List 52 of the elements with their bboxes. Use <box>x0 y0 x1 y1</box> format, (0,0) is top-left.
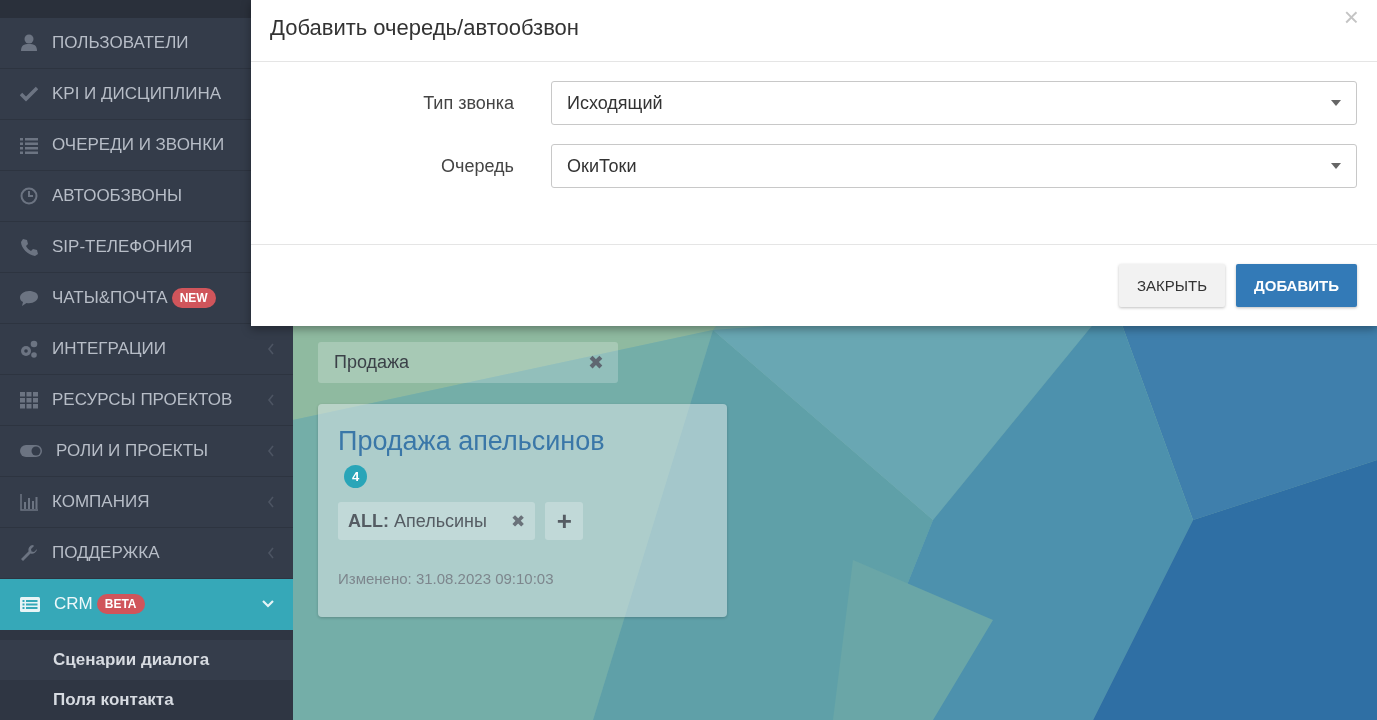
chevron-left-icon <box>267 546 275 560</box>
sidebar-item-label: ИНТЕГРАЦИИ <box>52 339 166 359</box>
sidebar-item[interactable]: РЕСУРСЫ ПРОЕКТОВ <box>0 375 293 426</box>
field-label: Очередь <box>440 155 514 177</box>
chevron-left-icon <box>267 342 275 356</box>
caret-icon <box>1331 163 1341 169</box>
add-button[interactable]: ДОБАВИТЬ <box>1236 264 1357 307</box>
chevron-down-icon <box>261 599 275 609</box>
wrench-icon <box>20 544 38 562</box>
grid-icon <box>20 391 38 409</box>
modified-date: Изменено: 31.08.2023 09:10:03 <box>338 570 554 587</box>
sidebar-item-label: РЕСУРСЫ ПРОЕКТОВ <box>52 390 233 410</box>
sidebar-item-label: SIP-ТЕЛЕФОНИЯ <box>52 237 193 257</box>
chat-bubble-icon <box>20 289 38 307</box>
sidebar-item[interactable]: РОЛИ И ПРОЕКТЫ <box>0 426 293 477</box>
phone-icon <box>20 238 38 256</box>
sidebar-badge: BETA <box>96 594 145 614</box>
select-field[interactable]: ОкиТоки <box>551 144 1357 188</box>
gears-icon <box>20 340 38 358</box>
caret-icon <box>1331 100 1341 106</box>
chevron-left-icon <box>267 495 275 509</box>
card-list-icon <box>20 595 40 613</box>
close-button[interactable]: ЗАКРЫТЬ <box>1118 264 1226 307</box>
chevron-left-icon <box>267 393 275 407</box>
sidebar-item[interactable]: КОМПАНИЯ <box>0 477 293 528</box>
sidebar-item-label: ПОЛЬЗОВАТЕЛИ <box>52 33 189 53</box>
remove-button[interactable]: ✖ <box>510 510 526 532</box>
sidebar-item-label: РОЛИ И ПРОЕКТЫ <box>56 441 209 461</box>
queue-tag-label: ALL: Апельсины <box>348 510 487 532</box>
sidebar-item[interactable]: CRM BETA <box>0 579 293 630</box>
sidebar-item-label: ОЧЕРЕДИ И ЗВОНКИ <box>52 135 225 155</box>
sidebar-item-label: АВТООБЗВОНЫ <box>52 186 183 206</box>
check-icon <box>20 85 38 103</box>
submenu-item[interactable]: Сценарии диалога <box>0 640 293 680</box>
list-icon <box>20 136 38 154</box>
sidebar-item-label: ЧАТЫ&ПОЧТА <box>52 288 168 308</box>
user-icon <box>20 34 38 52</box>
sidebar-badge: NEW <box>171 288 216 308</box>
sidebar-item-label: ПОДДЕРЖКА <box>52 543 160 563</box>
bar-chart-icon <box>20 493 38 511</box>
filter-chip-label: Продажа <box>334 352 410 373</box>
clock-icon <box>20 187 38 205</box>
add-button[interactable]: + <box>545 502 584 540</box>
chevron-left-icon <box>267 444 275 458</box>
sidebar-item-label: КОМПАНИЯ <box>52 492 150 512</box>
field-label: Тип звонка <box>422 92 514 114</box>
toggle-icon <box>20 442 42 460</box>
sidebar-item-label: KPI И ДИСЦИПЛИНА <box>52 84 222 104</box>
filter-chip[interactable]: Продажа ✖ <box>318 342 618 383</box>
sidebar-item-label: CRM <box>54 594 93 614</box>
select-field[interactable]: Исходящий <box>551 81 1357 125</box>
submenu-item[interactable]: Поля контакта <box>0 680 293 720</box>
